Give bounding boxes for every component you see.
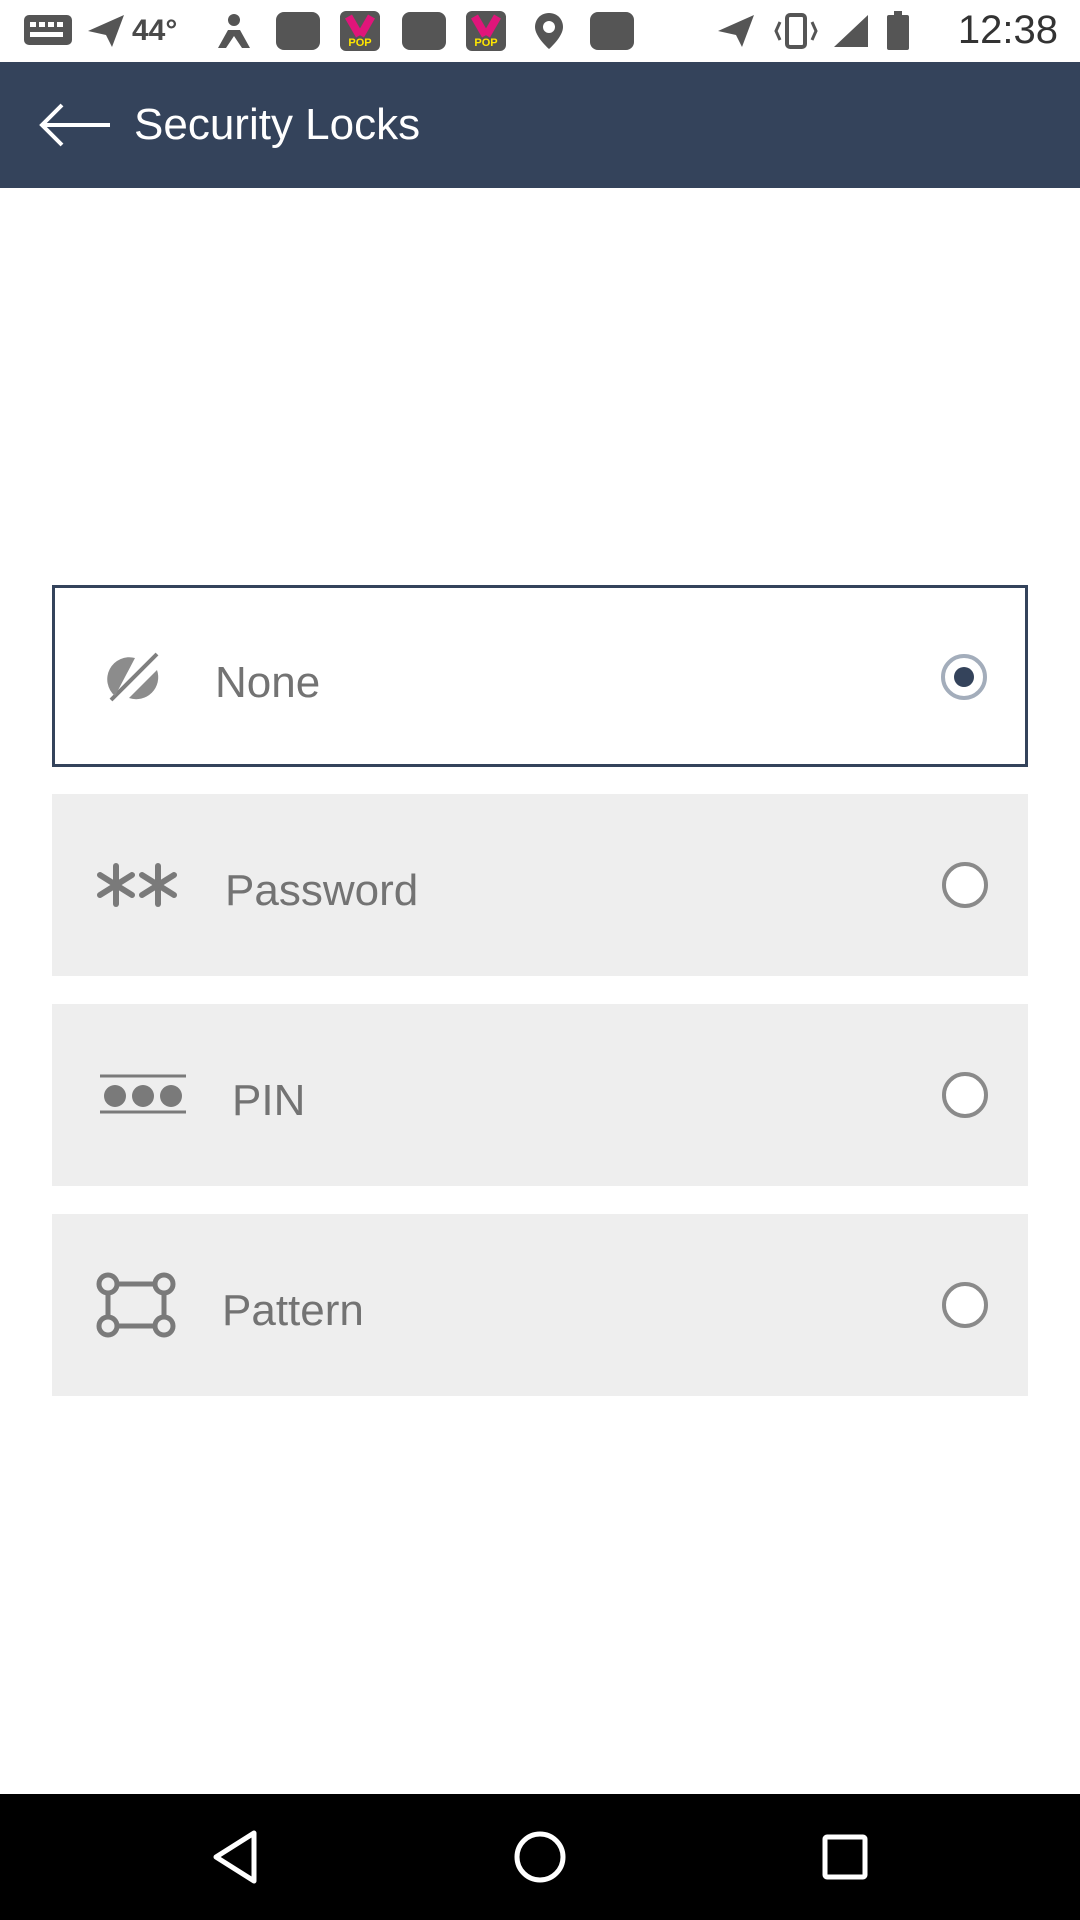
navigation-bar [0, 1794, 1080, 1920]
option-label-pin: PIN [232, 1076, 306, 1125]
radio-none[interactable] [941, 654, 987, 700]
page-title: Security Locks [134, 100, 421, 149]
radio-pin[interactable] [942, 1072, 988, 1118]
send-arrow-icon-2 [716, 12, 756, 50]
asterisks-icon [96, 862, 178, 908]
option-label-none: None [215, 658, 321, 707]
lock-option-pattern[interactable]: Pattern [52, 1214, 1028, 1396]
pop-app-icon-2: POP [466, 11, 506, 51]
option-label-password: Password [225, 866, 419, 915]
radio-password[interactable] [942, 862, 988, 908]
app-notification-icon-2 [402, 12, 446, 50]
nav-home-button[interactable] [505, 1822, 575, 1892]
no-lock-icon [105, 648, 165, 708]
vibrate-icon [774, 12, 818, 50]
lock-option-password[interactable]: Password [52, 794, 1028, 976]
app-notification-icon [276, 12, 320, 50]
pattern-grid-icon [96, 1272, 176, 1338]
option-label-pattern: Pattern [222, 1286, 364, 1335]
message-icon [22, 12, 74, 50]
signal-icon [832, 12, 870, 50]
back-arrow-icon [39, 103, 110, 147]
pop-badge-text-2: POP [474, 37, 498, 49]
battery-icon [886, 11, 910, 50]
lock-option-pin[interactable]: PIN [52, 1004, 1028, 1186]
pop-badge-text: POP [348, 37, 372, 49]
square-recents-icon [822, 1834, 868, 1880]
send-arrow-icon [86, 12, 126, 50]
status-bar: 44° POP POP 12:38 [0, 0, 1080, 62]
nav-back-button[interactable] [200, 1822, 270, 1892]
pin-dots-icon [100, 1074, 186, 1114]
back-button[interactable] [36, 92, 116, 158]
location-pin-icon [532, 12, 566, 50]
app-bar: Security Locks [0, 62, 1080, 188]
triangle-back-icon [213, 1830, 257, 1884]
circle-home-icon [514, 1831, 566, 1883]
pinwheel-icon [214, 12, 254, 50]
clock: 12:38 [957, 8, 1058, 52]
radio-pattern[interactable] [942, 1282, 988, 1328]
app-notification-icon-3 [590, 12, 634, 50]
pop-app-icon: POP [340, 11, 380, 51]
weather-temperature: 44° [132, 12, 177, 50]
nav-recents-button[interactable] [810, 1822, 880, 1892]
temperature-text: 44° [132, 14, 178, 47]
lock-option-none[interactable]: None [52, 585, 1028, 767]
